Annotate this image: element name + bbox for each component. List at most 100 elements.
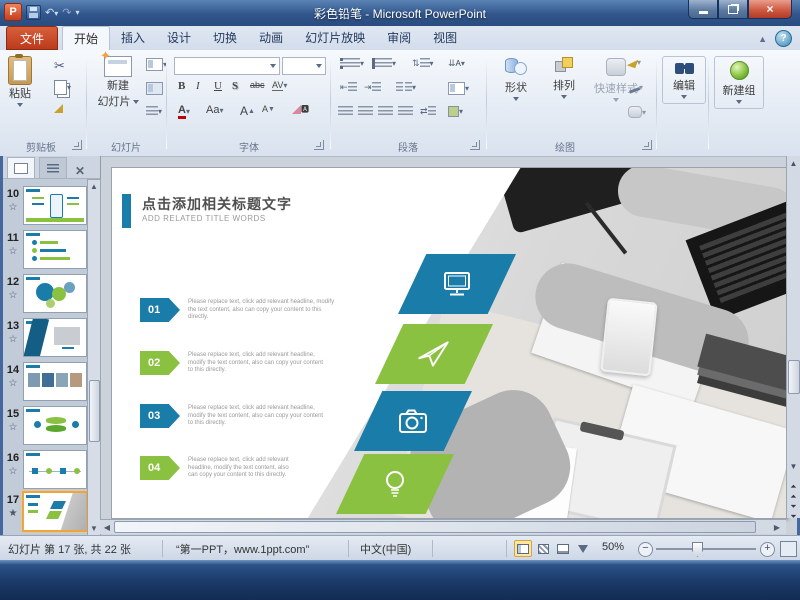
italic-button[interactable]: I [196,80,200,92]
drawing-dialog-launcher[interactable] [642,140,652,150]
paste-button[interactable]: 粘贴 [8,56,32,107]
zoom-slider-track[interactable] [656,548,756,550]
bold-button[interactable]: B [178,80,185,92]
align-right-icon[interactable] [378,106,393,117]
shrink-font-button[interactable]: A▼ [262,104,275,114]
increase-indent-icon[interactable]: ⇥ [364,82,381,93]
close-button[interactable]: × [748,0,792,19]
change-case-button[interactable]: Aa▾ [206,104,223,116]
slide-title[interactable]: 点击添加相关标题文字 [142,194,292,214]
text-shadow-button[interactable]: S [232,80,238,92]
paragraph-dialog-launcher[interactable] [470,140,480,150]
slide-thumbnail[interactable] [22,491,88,532]
next-slide-icon[interactable]: ⏷⏷ [787,502,800,522]
fit-to-window-button[interactable] [780,541,797,557]
vscrollbar-thumb[interactable] [788,360,800,394]
list-item-03[interactable]: 03 Please replace text, click add releva… [140,404,380,430]
slideshow-view-button[interactable] [574,540,592,557]
slide-thumbnail[interactable] [23,186,87,225]
slide-thumbnail[interactable] [23,274,87,313]
underline-button[interactable]: U [214,80,222,92]
tab-slides-thumbnails[interactable] [7,157,35,178]
text-direction-icon[interactable]: ⇊A▾ [448,58,465,69]
slide-subtitle[interactable]: ADD RELATED TITLE WORDS [142,214,266,223]
zoom-level[interactable]: 50% [602,541,624,553]
clipboard-dialog-launcher[interactable] [72,140,82,150]
shapes-button[interactable]: 形状 [494,58,538,101]
reading-view-button[interactable] [554,540,572,557]
panel-scrollbar[interactable]: ▲ ▼ [87,179,101,536]
tab-slideshow[interactable]: 幻灯片放映 [294,26,376,49]
clear-formatting-icon[interactable]: 🅰 [292,104,309,115]
language-status[interactable]: 中文(中国) [360,541,411,557]
slide-sorter-view-button[interactable] [534,540,552,557]
scroll-down-icon[interactable]: ▼ [88,524,100,533]
columns-icon[interactable]: ▾ [396,82,416,93]
editing-button[interactable]: 编辑 [662,56,706,104]
character-spacing-button[interactable]: AV▾ [272,80,287,91]
slide-thumbnail[interactable] [23,406,87,445]
shape-effects-icon[interactable]: ▾ [628,106,646,118]
arrange-button[interactable]: 排列 [542,58,586,99]
font-color-button[interactable]: A▾ [178,104,190,119]
align-left-icon[interactable] [338,106,353,117]
strikethrough-button[interactable]: abc [250,80,265,90]
list-item-04[interactable]: 04 Please replace text, click add releva… [140,456,380,482]
editor-vscrollbar[interactable]: ▲ ▼ ⏶⏶ ⏷⏷ [786,156,800,518]
tab-view[interactable]: 视图 [422,26,468,49]
grow-font-button[interactable]: A▲ [240,104,255,118]
scroll-down-icon[interactable]: ▼ [787,462,800,471]
thumbnail-row-12[interactable]: 12☆ [3,274,87,316]
slide-thumbnail[interactable] [23,318,87,357]
slide-layout-icon[interactable]: ▾ [146,58,167,71]
cut-icon[interactable]: ✂ [54,58,65,74]
font-name-combobox[interactable] [174,57,280,75]
tab-insert[interactable]: 插入 [110,26,156,49]
slide-counter[interactable]: 幻灯片 第 17 张, 共 22 张 [8,541,131,557]
zoom-slider-thumb[interactable] [692,542,703,557]
thumbnail-row-16[interactable]: 16☆ [3,450,87,492]
slide-thumbnail[interactable] [23,230,87,269]
thumbnail-row-11[interactable]: 11☆ [3,230,87,272]
theme-name[interactable]: “第一PPT，www.1ppt.com” [176,541,309,557]
numbering-icon[interactable]: ▾ [372,58,396,69]
new-group-button[interactable]: 新建组 [714,56,764,109]
tab-review[interactable]: 审阅 [376,26,422,49]
collapse-ribbon-icon[interactable]: ▲ [758,34,767,44]
thumbnail-row-14[interactable]: 14☆ [3,362,87,404]
slide-thumbnail[interactable] [23,450,87,489]
panel-scrollbar-thumb[interactable] [89,380,100,442]
zoom-out-button[interactable]: − [638,542,653,557]
tab-outline[interactable] [39,157,67,178]
font-dialog-launcher[interactable] [314,140,324,150]
tab-animations[interactable]: 动画 [248,26,294,49]
zoom-in-button[interactable]: + [760,542,775,557]
section-icon[interactable]: ▾ [146,106,162,117]
decrease-indent-icon[interactable]: ⇤ [340,82,357,93]
smartart-convert-icon[interactable]: ▾ [448,106,463,117]
file-tab[interactable]: 文件 [6,26,58,50]
reset-slide-icon[interactable] [146,82,163,95]
restore-button[interactable] [718,0,748,19]
shape-outline-icon[interactable]: ▾ [628,82,643,92]
list-item-01[interactable]: 01 Please replace text, click add releva… [140,298,380,324]
hscrollbar-thumb[interactable] [114,521,756,533]
tab-design[interactable]: 设计 [156,26,202,49]
scroll-right-icon[interactable]: ▶ [772,523,782,532]
align-center-icon[interactable] [358,106,373,117]
thumbnail-row-10[interactable]: 10☆ [3,186,87,228]
thumbnail-row-13[interactable]: 13☆ [3,318,87,360]
justify-icon[interactable] [398,106,413,117]
format-painter-icon[interactable] [54,104,63,113]
tab-home[interactable]: 开始 [62,26,110,50]
thumbnail-row-17-selected[interactable]: 17★ [3,492,87,534]
copy-icon[interactable]: ▾ [54,80,71,95]
distribute-icon[interactable]: ⇄ [420,106,436,117]
font-size-combobox[interactable] [282,57,326,75]
tab-transitions[interactable]: 切换 [202,26,248,49]
help-icon[interactable]: ? [775,30,792,47]
minimize-button[interactable] [688,0,718,19]
new-slide-button[interactable]: 新建 幻灯片 [94,56,142,109]
bullets-icon[interactable]: ▾ [340,58,364,69]
panel-close-icon[interactable]: ✕ [75,164,85,178]
